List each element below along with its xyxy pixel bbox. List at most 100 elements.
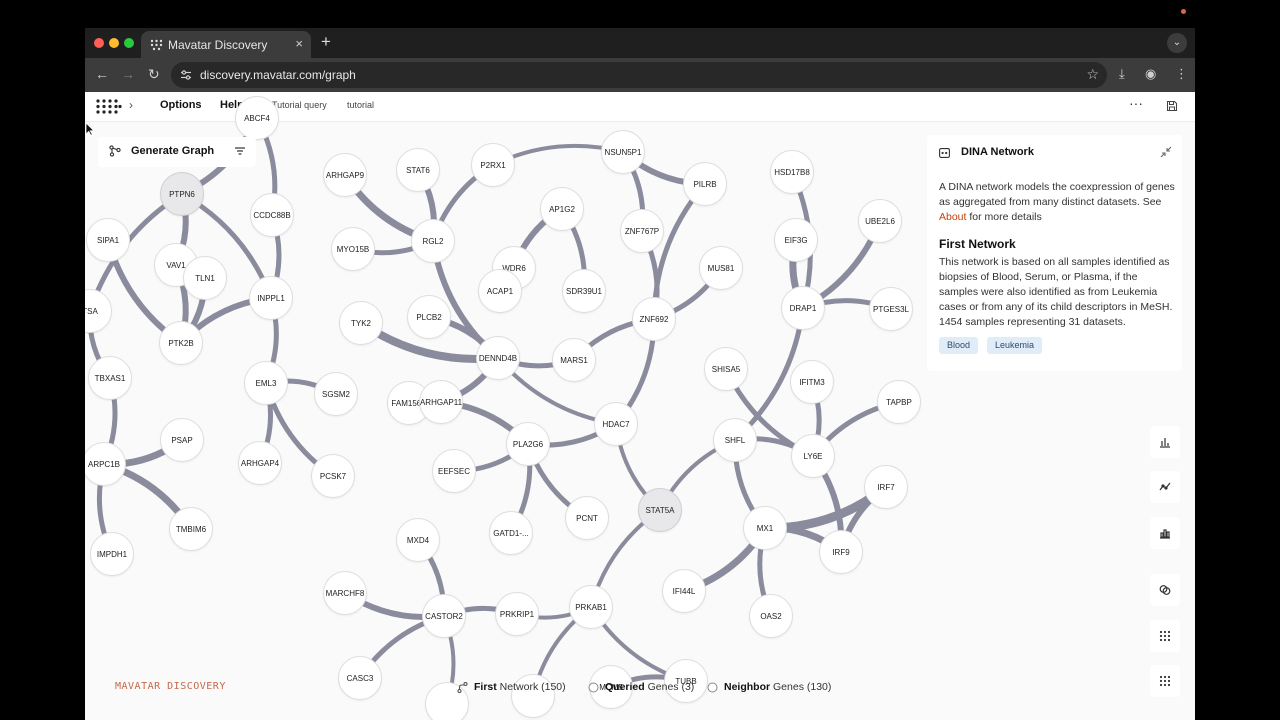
about-link[interactable]: About xyxy=(939,211,966,223)
gene-node-psap[interactable]: PSAP xyxy=(160,418,204,462)
gene-node-tmbim6[interactable]: TMBIM6 xyxy=(169,507,213,551)
reload-icon[interactable]: ↻ xyxy=(148,66,160,83)
gene-node-irf9[interactable]: IRF9 xyxy=(819,530,863,574)
browser-tab[interactable]: Mavatar Discovery × xyxy=(141,31,311,58)
gene-node-oas2[interactable]: OAS2 xyxy=(749,594,793,638)
generate-graph-button[interactable]: Generate Graph xyxy=(131,145,214,157)
forward-icon[interactable]: → xyxy=(121,66,135,82)
profile-icon[interactable]: ◉ xyxy=(1145,66,1156,82)
filter-lines-icon[interactable] xyxy=(234,145,246,157)
site-settings-icon[interactable] xyxy=(180,69,192,81)
gene-node-shisa5[interactable]: SHISA5 xyxy=(704,347,748,391)
side-tool-scatter[interactable] xyxy=(1150,471,1180,503)
breadcrumb-tutorial[interactable]: tutorial xyxy=(347,100,374,110)
gene-node-hdac7[interactable]: HDAC7 xyxy=(594,402,638,446)
side-tool-bar-chart[interactable] xyxy=(1150,426,1180,458)
neighbor-radio-icon[interactable] xyxy=(707,682,718,693)
gene-node-tyk2[interactable]: TYK2 xyxy=(339,301,383,345)
save-icon[interactable] xyxy=(1166,100,1178,112)
menu-options[interactable]: Options xyxy=(160,99,202,111)
gene-node-arhgap9[interactable]: ARHGAP9 xyxy=(323,153,367,197)
queried-radio-icon[interactable] xyxy=(588,682,599,693)
gene-node-acap1[interactable]: ACAP1 xyxy=(478,269,522,313)
gene-node-sipa1[interactable]: SIPA1 xyxy=(86,218,130,262)
gene-node-tbxas1[interactable]: TBXAS1 xyxy=(88,356,132,400)
address-bar[interactable]: discovery.mavatar.com/graph ☆ xyxy=(171,62,1107,88)
gene-node-arhgap11[interactable]: ARHGAP11 xyxy=(419,380,463,424)
gene-node-ube2l6[interactable]: UBE2L6 xyxy=(858,199,902,243)
gene-node-pcnt[interactable]: PCNT xyxy=(565,496,609,540)
side-tool-grid-2[interactable] xyxy=(1150,665,1180,697)
gene-node-drap1[interactable]: DRAP1 xyxy=(781,286,825,330)
gene-node-ifitm3[interactable]: IFITM3 xyxy=(790,360,834,404)
gene-node-ly6e[interactable]: LY6E xyxy=(791,434,835,478)
tag-leukemia[interactable]: Leukemia xyxy=(987,337,1043,354)
bookmark-star-icon[interactable]: ☆ xyxy=(1086,66,1099,83)
tab-search-icon[interactable]: ⌄ xyxy=(1167,33,1187,53)
gene-node-eif3g[interactable]: EIF3G xyxy=(774,218,818,262)
gene-node-myo15b[interactable]: MYO15B xyxy=(331,227,375,271)
side-tool-grid-1[interactable] xyxy=(1150,620,1180,652)
browser-menu-icon[interactable]: ⋮ xyxy=(1175,66,1188,82)
gene-node-p2rx1[interactable]: P2RX1 xyxy=(471,143,515,187)
mavatar-logo-icon[interactable] xyxy=(96,99,122,114)
side-tool-histogram[interactable] xyxy=(1150,517,1180,549)
new-tab-icon[interactable]: + xyxy=(321,32,331,52)
legend-neighbor-genes[interactable]: Neighbor Genes (130) xyxy=(724,681,831,693)
gene-node-castor2[interactable]: CASTOR2 xyxy=(422,594,466,638)
gene-node-arhgap4[interactable]: ARHGAP4 xyxy=(238,441,282,485)
gene-node-ap1g2[interactable]: AP1G2 xyxy=(540,187,584,231)
back-icon[interactable]: ← xyxy=(95,66,109,82)
tag-blood[interactable]: Blood xyxy=(939,337,979,354)
gene-node-ifi44l[interactable]: IFI44L xyxy=(662,569,706,613)
gene-node-mx1[interactable]: MX1 xyxy=(743,506,787,550)
close-window-icon[interactable] xyxy=(94,38,104,48)
gene-node-eefsec[interactable]: EEFSEC xyxy=(432,449,476,493)
gene-node-pla2g6[interactable]: PLA2G6 xyxy=(506,422,550,466)
close-tab-icon[interactable]: × xyxy=(295,36,303,51)
gene-node-rgl2[interactable]: RGL2 xyxy=(411,219,455,263)
gene-node-prkab1[interactable]: PRKAB1 xyxy=(569,585,613,629)
gene-node-znf767p[interactable]: ZNF767P xyxy=(620,209,664,253)
gene-node-pcsk7[interactable]: PCSK7 xyxy=(311,454,355,498)
download-icon[interactable]: ⤓ xyxy=(1119,66,1125,82)
gene-node-abc[interactable]: ABCF4 xyxy=(235,96,279,140)
gene-node-plcb2[interactable]: PLCB2 xyxy=(407,295,451,339)
more-options-icon[interactable]: ··· xyxy=(1129,95,1143,111)
gene-node-stat5a[interactable]: STAT5A xyxy=(638,488,682,532)
gene-node-shfl[interactable]: SHFL xyxy=(713,418,757,462)
legend-queried-genes[interactable]: Queried Genes (3) xyxy=(605,681,694,693)
minimize-window-icon[interactable] xyxy=(109,38,119,48)
gene-node-tln1[interactable]: TLN1 xyxy=(183,256,227,300)
gene-node-mars1[interactable]: MARS1 xyxy=(552,338,596,382)
gene-node-ptpn6[interactable]: PTPN6 xyxy=(160,172,204,216)
breadcrumb-query[interactable]: Tutorial query xyxy=(272,100,327,110)
gene-node-eml3[interactable]: EML3 xyxy=(244,361,288,405)
gene-node-tapbp[interactable]: TAPBP xyxy=(877,380,921,424)
gene-node-casc3[interactable]: CASC3 xyxy=(338,656,382,700)
gene-node-mxd4[interactable]: MXD4 xyxy=(396,518,440,562)
gene-node-nsun5p1[interactable]: NSUN5P1 xyxy=(601,130,645,174)
gene-node-znf692[interactable]: ZNF692 xyxy=(632,297,676,341)
gene-node-pilrb[interactable]: PILRB xyxy=(683,162,727,206)
gene-node-irf7[interactable]: IRF7 xyxy=(864,465,908,509)
side-tool-overlap[interactable] xyxy=(1150,574,1180,606)
gene-node-hsd17b8[interactable]: HSD17B8 xyxy=(770,150,814,194)
collapse-arrows-icon[interactable] xyxy=(1160,146,1172,158)
maximize-window-icon[interactable] xyxy=(124,38,134,48)
gene-node-gatd1[interactable]: GATD1-... xyxy=(489,511,533,555)
gene-node-ptges3l[interactable]: PTGES3L xyxy=(869,287,913,331)
graph-canvas[interactable]: ABCF4 PTPN6 CCDC88B ARHGAP9 STAT6 P2RX1 NSUN5P… xyxy=(85,96,1195,720)
gene-node-ptk2b[interactable]: PTK2B xyxy=(159,321,203,365)
gene-node-sdr39u1[interactable]: SDR39U1 xyxy=(562,269,606,313)
gene-node-sgsm2[interactable]: SGSM2 xyxy=(314,372,358,416)
gene-node-ccdc88b[interactable]: CCDC88B xyxy=(250,193,294,237)
gene-node-marchf8[interactable]: MARCHF8 xyxy=(323,571,367,615)
gene-node-inppl1[interactable]: INPPL1 xyxy=(249,276,293,320)
gene-node-mus81[interactable]: MUS81 xyxy=(699,246,743,290)
legend-first-network[interactable]: First Network (150) xyxy=(474,681,566,693)
chevron-right-icon[interactable]: › xyxy=(129,98,133,112)
gene-node-stat6[interactable]: STAT6 xyxy=(396,148,440,192)
gene-node-prkrip1[interactable]: PRKRIP1 xyxy=(495,592,539,636)
gene-node-impdh1[interactable]: IMPDH1 xyxy=(90,532,134,576)
